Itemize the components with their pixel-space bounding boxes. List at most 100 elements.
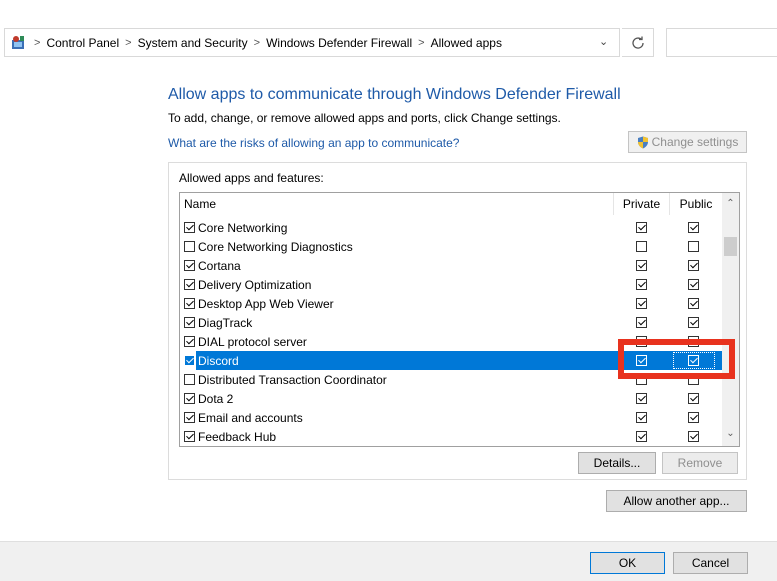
- details-button[interactable]: Details...: [578, 452, 656, 474]
- app-row[interactable]: Dota 2: [180, 389, 722, 408]
- breadcrumb-system-and-security[interactable]: System and Security: [138, 36, 248, 50]
- app-enabled-checkbox[interactable]: [184, 393, 195, 404]
- app-row[interactable]: Desktop App Web Viewer: [180, 294, 722, 313]
- app-name-cell: DiagTrack: [184, 313, 252, 332]
- app-name-cell: Discord: [184, 351, 241, 370]
- public-checkbox[interactable]: [688, 317, 699, 328]
- public-checkbox[interactable]: [688, 298, 699, 309]
- change-settings-button[interactable]: Change settings: [628, 131, 747, 153]
- app-name-cell: Delivery Optimization: [184, 275, 311, 294]
- app-name-label: Discord: [196, 353, 241, 368]
- page-subtitle: To add, change, or remove allowed apps a…: [168, 111, 561, 125]
- chevron-down-icon[interactable]: ⌄: [599, 35, 608, 48]
- scroll-thumb[interactable]: [724, 237, 737, 256]
- app-name-label: Cortana: [198, 258, 241, 273]
- public-checkbox[interactable]: [688, 431, 699, 442]
- private-checkbox[interactable]: [636, 241, 647, 252]
- vertical-scrollbar[interactable]: ⌃ ⌄: [722, 193, 739, 446]
- app-enabled-checkbox[interactable]: [184, 241, 195, 252]
- app-enabled-checkbox[interactable]: [184, 374, 195, 385]
- public-checkbox[interactable]: [688, 393, 699, 404]
- public-checkbox[interactable]: [688, 222, 699, 233]
- breadcrumb-separator: >: [418, 36, 425, 49]
- public-checkbox[interactable]: [688, 241, 699, 252]
- breadcrumb-separator: >: [34, 36, 41, 49]
- app-row[interactable]: Delivery Optimization: [180, 275, 722, 294]
- refresh-button[interactable]: [622, 28, 654, 57]
- app-name-label: Distributed Transaction Coordinator: [198, 372, 387, 387]
- app-name-label: Email and accounts: [198, 410, 303, 425]
- control-panel-icon: [8, 34, 28, 52]
- app-enabled-checkbox[interactable]: [184, 317, 195, 328]
- app-name-cell: Core Networking Diagnostics: [184, 237, 353, 256]
- app-enabled-checkbox[interactable]: [184, 298, 195, 309]
- risks-link[interactable]: What are the risks of allowing an app to…: [168, 136, 459, 150]
- private-checkbox[interactable]: [636, 431, 647, 442]
- app-row[interactable]: Core Networking Diagnostics: [180, 237, 722, 256]
- app-name-cell: Desktop App Web Viewer: [184, 294, 334, 313]
- allow-another-app-button[interactable]: Allow another app...: [606, 490, 747, 512]
- app-enabled-checkbox[interactable]: [184, 412, 195, 423]
- private-checkbox[interactable]: [636, 279, 647, 290]
- app-name-label: Core Networking: [198, 220, 288, 235]
- breadcrumb-separator: >: [253, 36, 261, 49]
- app-name-label: DIAL protocol server: [198, 334, 307, 349]
- app-enabled-checkbox[interactable]: [184, 222, 195, 233]
- app-row[interactable]: Cortana: [180, 256, 722, 275]
- private-checkbox[interactable]: [636, 260, 647, 271]
- app-name-label: Dota 2: [198, 391, 234, 406]
- app-name-label: Core Networking Diagnostics: [198, 239, 353, 254]
- scroll-down-icon[interactable]: ⌄: [722, 425, 739, 442]
- refresh-icon: [631, 36, 644, 49]
- shield-icon: [637, 136, 648, 148]
- column-header-name[interactable]: Name: [180, 193, 614, 215]
- annotation-highlight-box: [618, 339, 735, 379]
- app-name-cell: Dota 2: [184, 389, 233, 408]
- app-row[interactable]: Feedback Hub: [180, 427, 722, 446]
- page-title: Allow apps to communicate through Window…: [168, 86, 621, 103]
- app-row[interactable]: Email and accounts: [180, 408, 722, 427]
- app-enabled-checkbox[interactable]: [184, 431, 195, 442]
- private-checkbox[interactable]: [636, 317, 647, 328]
- app-name-cell: Core Networking: [184, 218, 287, 237]
- private-checkbox[interactable]: [636, 412, 647, 423]
- app-name-cell: Feedback Hub: [184, 427, 276, 446]
- ok-button[interactable]: OK: [590, 552, 665, 574]
- breadcrumb-control-panel[interactable]: Control Panel: [46, 36, 119, 50]
- app-name-label: DiagTrack: [198, 315, 253, 330]
- private-checkbox[interactable]: [636, 298, 647, 309]
- public-checkbox[interactable]: [688, 260, 699, 271]
- breadcrumb-allowed-apps[interactable]: Allowed apps: [431, 36, 502, 50]
- app-name-cell: DIAL protocol server: [184, 332, 307, 351]
- public-checkbox[interactable]: [688, 412, 699, 423]
- scroll-up-icon[interactable]: ⌃: [722, 195, 739, 212]
- breadcrumb-windows-defender-firewall[interactable]: Windows Defender Firewall: [266, 36, 412, 50]
- cancel-button[interactable]: Cancel: [673, 552, 748, 574]
- column-header-public[interactable]: Public: [670, 193, 722, 215]
- breadcrumb[interactable]: > Control Panel > System and Security > …: [4, 28, 620, 57]
- group-label: Allowed apps and features:: [179, 171, 324, 185]
- app-name-cell: Distributed Transaction Coordinator: [184, 370, 387, 389]
- allowed-apps-group: Allowed apps and features: Name Private …: [168, 162, 747, 480]
- dialog-footer: OK Cancel: [0, 541, 777, 581]
- search-input[interactable]: [666, 28, 777, 57]
- app-row[interactable]: Core Networking: [180, 218, 722, 237]
- app-enabled-checkbox[interactable]: [184, 336, 195, 347]
- app-enabled-checkbox[interactable]: [184, 260, 195, 271]
- app-enabled-checkbox[interactable]: [184, 279, 195, 290]
- change-settings-label: Change settings: [651, 135, 739, 149]
- address-bar: > Control Panel > System and Security > …: [0, 0, 777, 58]
- remove-button[interactable]: Remove: [662, 452, 738, 474]
- apps-list[interactable]: Name Private Public Core Networking Core …: [179, 192, 740, 447]
- private-checkbox[interactable]: [636, 222, 647, 233]
- public-checkbox[interactable]: [688, 279, 699, 290]
- private-checkbox[interactable]: [636, 393, 647, 404]
- app-enabled-checkbox[interactable]: [184, 355, 195, 366]
- app-name-cell: Email and accounts: [184, 408, 303, 427]
- column-header-private[interactable]: Private: [614, 193, 670, 215]
- app-name-label: Desktop App Web Viewer: [198, 296, 334, 311]
- app-name-label: Delivery Optimization: [198, 277, 312, 292]
- app-name-cell: Cortana: [184, 256, 241, 275]
- app-row[interactable]: DiagTrack: [180, 313, 722, 332]
- breadcrumb-separator: >: [125, 36, 132, 49]
